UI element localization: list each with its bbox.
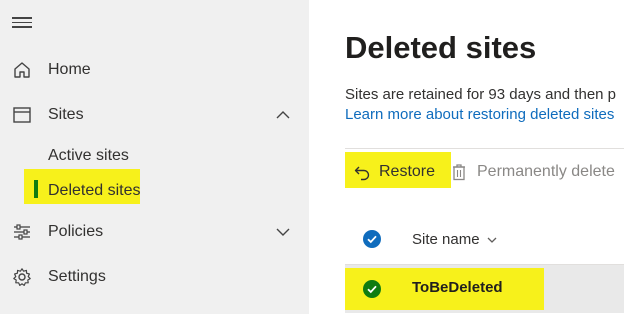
chevron-down-icon[interactable] <box>275 224 291 240</box>
home-icon <box>14 62 30 78</box>
chevron-down-icon <box>487 237 497 243</box>
nav-item-settings[interactable]: Settings <box>0 257 309 297</box>
nav-label-policies: Policies <box>48 223 104 240</box>
window-icon <box>13 107 31 123</box>
page-description: Sites are retained for 93 days and then … <box>345 86 617 103</box>
chevron-up-icon[interactable] <box>275 107 291 123</box>
permanently-delete-button[interactable]: Permanently delete <box>451 160 615 184</box>
restore-label: Restore <box>379 163 436 180</box>
sliders-icon <box>14 224 30 240</box>
learn-more-link[interactable]: Learn more about restoring deleted sites <box>345 106 614 123</box>
page-title: Deleted sites <box>345 30 537 65</box>
restore-button[interactable]: Restore <box>353 160 435 184</box>
check-icon <box>367 235 377 244</box>
column-header-label: Site name <box>412 231 480 248</box>
nav-label-sites: Sites <box>48 106 84 123</box>
sidebar: Home Sites Active sites Deleted sites Po… <box>0 0 309 314</box>
nav-label-home: Home <box>48 61 91 78</box>
select-all-checkbox[interactable] <box>363 230 381 248</box>
permanently-delete-label: Permanently delete <box>477 163 615 180</box>
site-name-cell[interactable]: ToBeDeleted <box>412 279 503 296</box>
nav-item-deleted-sites[interactable]: Deleted sites <box>0 175 309 207</box>
nav-label-deleted-sites: Deleted sites <box>48 182 141 199</box>
nav-item-sites[interactable]: Sites <box>0 95 309 135</box>
table-header: Site name <box>345 216 624 265</box>
hamburger-icon[interactable] <box>12 14 32 30</box>
table-row[interactable]: ToBeDeleted <box>345 265 624 313</box>
gear-icon <box>13 268 31 286</box>
main-content: Deleted sites Sites are retained for 93 … <box>309 0 624 314</box>
nav-item-active-sites[interactable]: Active sites <box>0 140 309 172</box>
command-bar-divider <box>345 148 624 149</box>
trash-icon <box>453 164 465 181</box>
column-header-site-name[interactable]: Site name <box>412 231 498 248</box>
row-checkbox[interactable] <box>363 280 381 298</box>
nav-label-settings: Settings <box>48 268 106 285</box>
nav-item-home[interactable]: Home <box>0 50 309 90</box>
nav-label-active-sites: Active sites <box>48 147 129 164</box>
check-icon <box>367 285 377 294</box>
nav-item-policies[interactable]: Policies <box>0 212 309 252</box>
undo-icon <box>354 166 370 181</box>
